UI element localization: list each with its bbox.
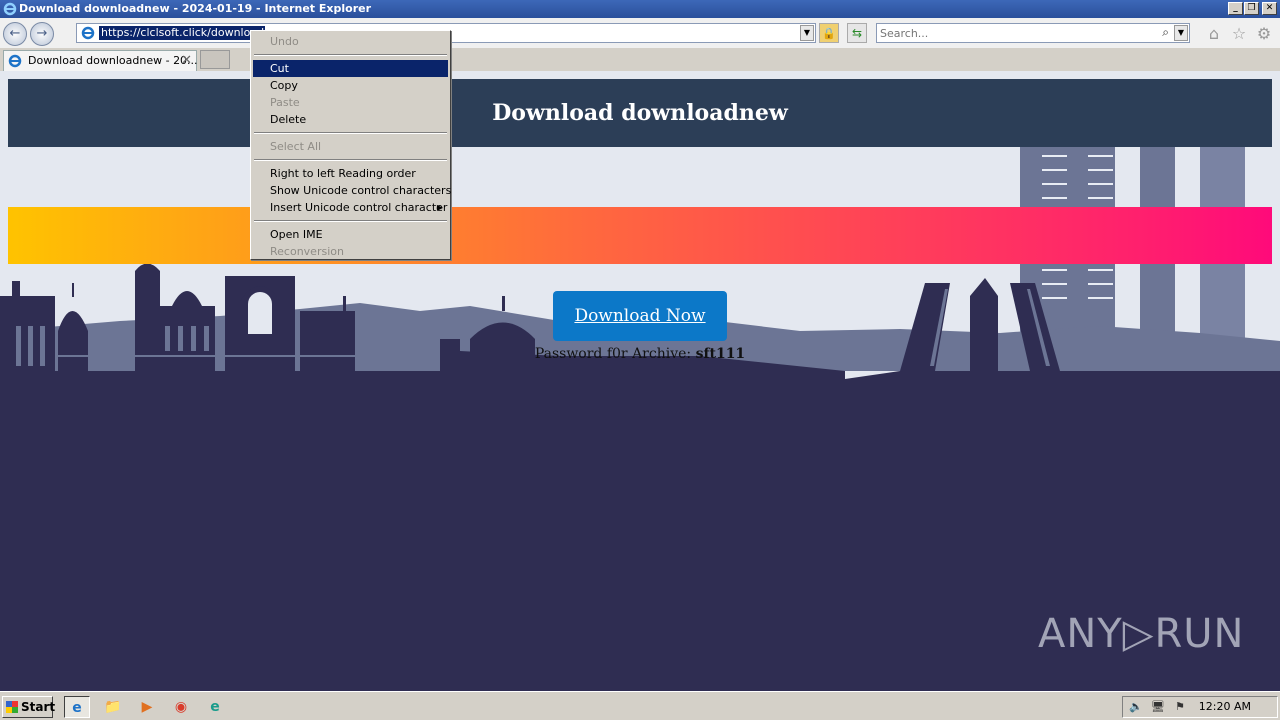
taskbar-file-explorer-icon[interactable]: 📁 bbox=[100, 696, 126, 718]
tab-download-downloadnew[interactable]: Download downloadnew - 20... ✕ bbox=[3, 50, 198, 71]
search-icon[interactable]: ⌕ bbox=[1162, 25, 1169, 40]
taskbar-media-player-icon[interactable]: ▶ bbox=[134, 696, 160, 718]
password-value: sft111 bbox=[695, 346, 746, 362]
address-dropdown-button[interactable]: ▼ bbox=[800, 25, 814, 41]
volume-icon[interactable]: 🔈 bbox=[1129, 700, 1143, 713]
tab-bar: Download downloadnew - 20... ✕ bbox=[0, 48, 1280, 71]
ie-tab-icon bbox=[8, 54, 22, 68]
menu-item-select-all: Select All bbox=[253, 138, 448, 155]
forward-button[interactable]: → bbox=[30, 22, 54, 46]
tab-close-icon[interactable]: ✕ bbox=[181, 53, 192, 68]
menu-item-undo: Undo bbox=[253, 33, 448, 50]
anyrun-watermark-logo: ANY▷RUN bbox=[1038, 611, 1245, 657]
security-lock-button[interactable]: 🔒 bbox=[819, 23, 839, 43]
download-now-button[interactable]: Download Now bbox=[553, 291, 727, 341]
menu-item-label: Copy bbox=[270, 79, 298, 92]
web-page: Download downloadnew Download Now Passwo… bbox=[0, 71, 1280, 691]
start-button[interactable]: Start bbox=[2, 696, 56, 718]
favorites-star-icon[interactable]: ☆ bbox=[1230, 25, 1248, 43]
tools-gear-icon[interactable]: ⚙ bbox=[1255, 25, 1273, 43]
window-title: Download downloadnew - 2024-01-19 - Inte… bbox=[19, 2, 372, 15]
windows-flag-icon bbox=[6, 701, 18, 713]
menu-item-insert-unicode-control-character[interactable]: Insert Unicode control character ▶ bbox=[253, 199, 448, 216]
taskbar-edge-icon[interactable]: e bbox=[202, 696, 228, 718]
menu-separator bbox=[254, 220, 447, 222]
search-input[interactable] bbox=[880, 26, 1150, 40]
ie-page-icon bbox=[81, 26, 95, 40]
window-titlebar: Download downloadnew - 2024-01-19 - Inte… bbox=[0, 0, 1280, 18]
refresh-button[interactable]: ⇆ bbox=[847, 23, 867, 43]
search-dropdown-button[interactable]: ▼ bbox=[1174, 25, 1188, 41]
menu-separator bbox=[254, 159, 447, 161]
menu-separator bbox=[254, 54, 447, 56]
menu-item-copy[interactable]: Copy bbox=[253, 77, 448, 94]
browser-toolbar: ← → https://clclsoft.click/downloadne ▼ … bbox=[0, 18, 1280, 48]
forward-arrow-icon: → bbox=[36, 26, 48, 41]
menu-item-label: Right to left Reading order bbox=[270, 167, 416, 180]
back-button[interactable]: ← bbox=[3, 22, 27, 46]
clock[interactable]: 12:20 AM bbox=[1199, 700, 1251, 713]
taskbar-internet-explorer-icon[interactable]: e bbox=[64, 696, 90, 718]
gradient-banner bbox=[8, 207, 1272, 264]
menu-item-reconversion: Reconversion bbox=[253, 243, 448, 260]
lock-icon: 🔒 bbox=[822, 27, 836, 40]
menu-item-label: Open IME bbox=[270, 228, 323, 241]
start-label: Start bbox=[21, 700, 56, 714]
menu-separator bbox=[254, 132, 447, 134]
menu-item-label: Select All bbox=[270, 140, 322, 153]
restore-button[interactable]: ❒ bbox=[1244, 2, 1259, 15]
menu-item-label: Show Unicode control characters bbox=[270, 184, 452, 197]
address-url-selected[interactable]: https://clclsoft.click/downloadne bbox=[99, 26, 265, 40]
menu-item-label: Reconversion bbox=[270, 245, 344, 258]
menu-item-label: Insert Unicode control character bbox=[270, 201, 448, 214]
menu-item-label: Paste bbox=[270, 96, 300, 109]
new-tab-button[interactable] bbox=[200, 50, 230, 69]
tab-label: Download downloadnew - 20... bbox=[28, 54, 198, 67]
edit-context-menu: Undo Cut Copy Paste Delete Select All Right to… bbox=[250, 30, 451, 260]
password-text: Password f0r Archive: sft111 bbox=[0, 346, 1280, 362]
page-header: Download downloadnew bbox=[8, 79, 1272, 147]
action-center-flag-icon[interactable]: ⚑ bbox=[1175, 700, 1185, 713]
password-label: Password f0r Archive: bbox=[534, 346, 692, 362]
network-icon[interactable]: 🖥 bbox=[1151, 700, 1165, 713]
taskbar-chrome-icon[interactable]: ◉ bbox=[168, 696, 194, 718]
back-arrow-icon: ← bbox=[9, 26, 21, 41]
menu-item-label: Cut bbox=[270, 62, 289, 75]
menu-item-label: Undo bbox=[270, 35, 299, 48]
city-skyline-illustration bbox=[0, 147, 1280, 691]
menu-item-label: Delete bbox=[270, 113, 307, 126]
ie-logo-icon bbox=[3, 2, 17, 16]
menu-item-paste: Paste bbox=[253, 94, 448, 111]
home-icon[interactable]: ⌂ bbox=[1205, 25, 1223, 43]
menu-item-show-unicode-control-characters[interactable]: Show Unicode control characters bbox=[253, 182, 452, 199]
minimize-button[interactable]: _ bbox=[1228, 2, 1243, 15]
menu-item-cut[interactable]: Cut bbox=[253, 60, 448, 77]
menu-item-delete[interactable]: Delete bbox=[253, 111, 448, 128]
refresh-icon: ⇆ bbox=[851, 26, 863, 40]
submenu-arrow-icon: ▶ bbox=[436, 203, 443, 212]
menu-item-right-to-left-reading-order[interactable]: Right to left Reading order bbox=[253, 165, 448, 182]
taskbar: Start e 📁 ▶ ◉ e 🔈 🖥 ⚑ 12:20 AM bbox=[0, 691, 1280, 720]
search-box[interactable]: ⌕ ▼ bbox=[876, 23, 1190, 43]
system-tray: 🔈 🖥 ⚑ 12:20 AM bbox=[1122, 696, 1278, 718]
menu-item-open-ime[interactable]: Open IME bbox=[253, 226, 448, 243]
close-window-button[interactable]: ✕ bbox=[1262, 2, 1277, 15]
